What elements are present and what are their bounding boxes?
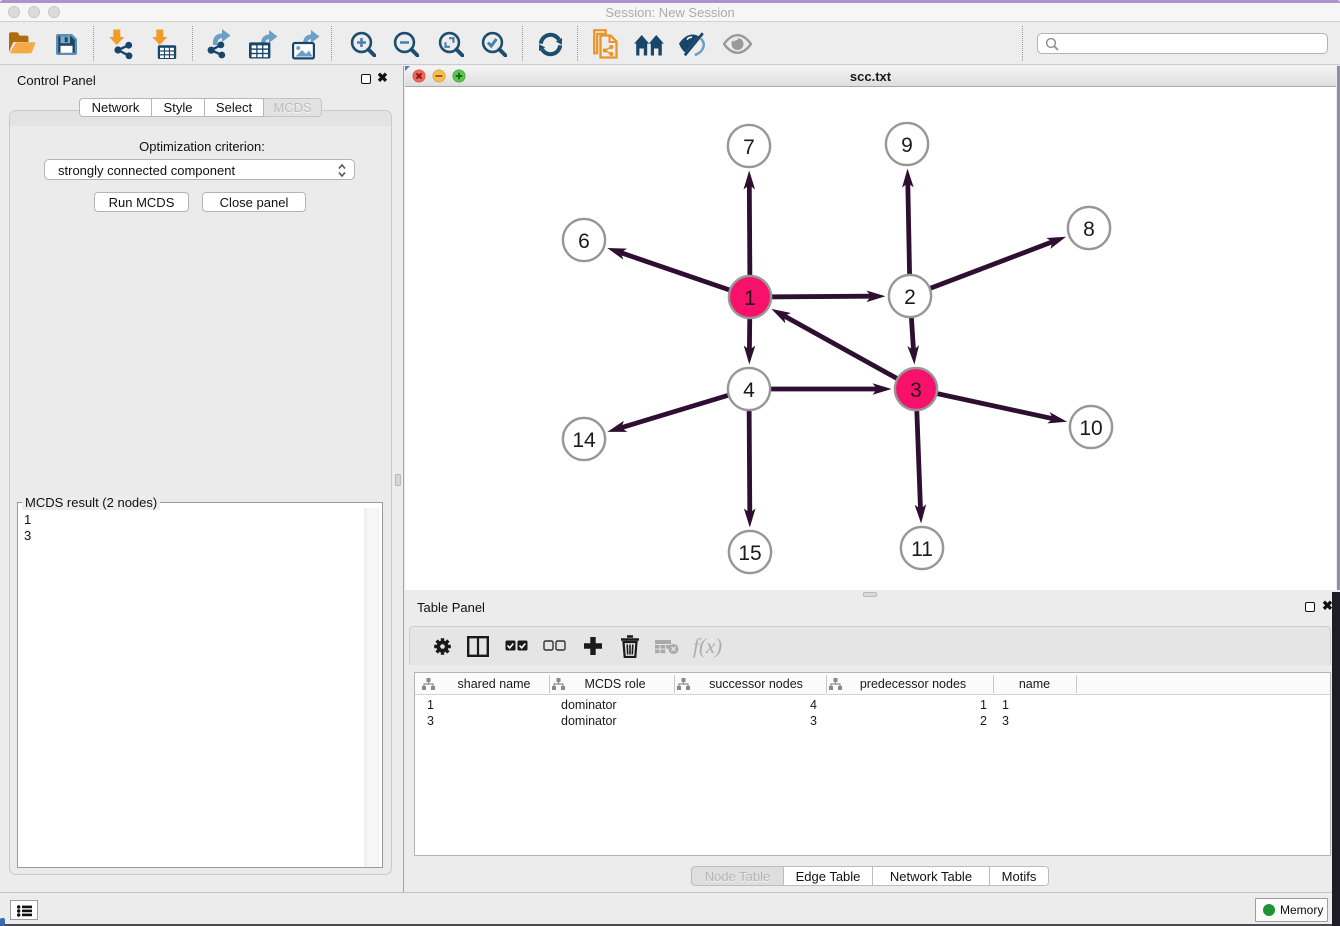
svg-text:3: 3 — [910, 379, 922, 402]
svg-text:6: 6 — [578, 230, 590, 253]
svg-text:8: 8 — [1083, 218, 1095, 241]
svg-text:10: 10 — [1079, 417, 1102, 440]
svg-text:2: 2 — [904, 286, 916, 309]
svg-text:7: 7 — [743, 136, 755, 159]
svg-text:14: 14 — [572, 429, 596, 452]
svg-text:1: 1 — [744, 287, 756, 310]
svg-text:11: 11 — [911, 538, 933, 561]
svg-text:9: 9 — [901, 134, 913, 157]
svg-text:4: 4 — [743, 379, 755, 402]
svg-text:15: 15 — [738, 542, 761, 565]
